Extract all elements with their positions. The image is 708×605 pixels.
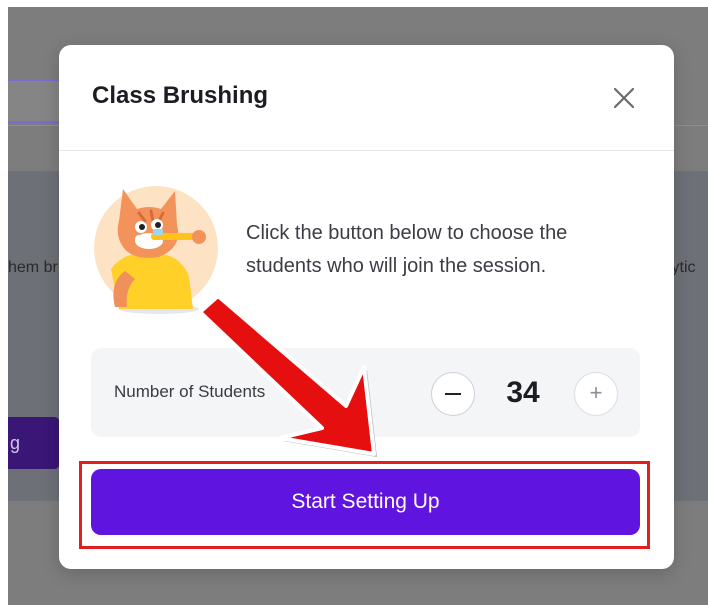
- modal-title: Class Brushing: [92, 82, 269, 109]
- class-brushing-modal: Class Brushing Click the button below to…: [59, 45, 674, 569]
- decrement-button[interactable]: [431, 372, 475, 416]
- mascot-illustration: [94, 186, 218, 314]
- modal-header: Class Brushing: [59, 45, 674, 151]
- counter-label: Number of Students: [114, 382, 266, 401]
- background-button: g: [8, 417, 60, 469]
- increment-button[interactable]: +: [574, 372, 618, 416]
- student-counter-panel: Number of Students 34 +: [91, 348, 640, 437]
- background-text-left: hem br: [8, 259, 58, 276]
- close-icon: [613, 87, 635, 109]
- close-button[interactable]: [611, 85, 637, 111]
- start-setting-up-button[interactable]: Start Setting Up: [91, 469, 640, 535]
- student-count-value: 34: [506, 376, 540, 409]
- modal-description: Click the button below to choose the stu…: [246, 222, 568, 277]
- plus-icon: +: [589, 380, 603, 405]
